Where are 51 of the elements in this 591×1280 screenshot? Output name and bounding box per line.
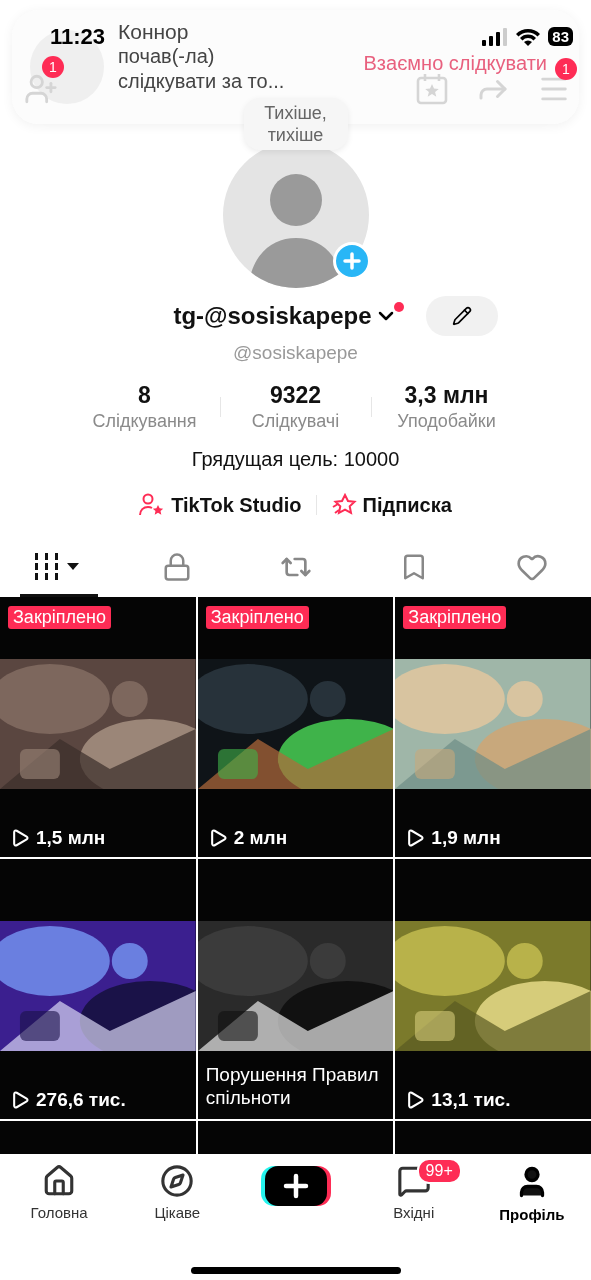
play-icon [405,828,426,848]
view-count: 1,9 млн [405,827,501,849]
stat-value: 8 [138,382,151,409]
view-count: 1,5 млн [10,827,106,849]
calendar-star-icon[interactable] [415,72,449,106]
notification-name: Коннор [118,20,190,44]
video-tile[interactable]: 13,1 тис. [395,859,591,1119]
add-friend-icon[interactable] [24,72,58,106]
view-count: 13,1 тис. [405,1089,511,1111]
notification-text: слідкувати за то... [118,69,285,94]
nav-item[interactable]: Профіль [472,1164,591,1223]
video-tile[interactable]: Закріплено 1,9 млн [395,597,591,857]
clock: 11:23 [50,24,106,50]
profile-link[interactable]: TikTok Studio [139,493,302,517]
pencil-icon [451,306,472,326]
view-count: 2 млн [207,827,288,849]
play-icon [405,1090,426,1110]
stat-value: 3,3 млн [404,382,489,409]
pinned-label: Закріплено [8,606,111,629]
pinned-label: Закріплено [205,606,309,629]
stat-label: Слідкування [92,411,197,432]
unread-badge: 99+ [416,1158,462,1184]
video-tile[interactable]: Порушення Правил спільноти [197,859,394,1119]
battery-level: 83 [548,27,573,46]
violation-notice: Порушення Правил спільноти [205,1063,380,1109]
star-icon [330,493,357,517]
notification-text: почав(-ла) [118,44,216,69]
stat-label: Уподобайки [397,411,496,432]
username: @sosiskapepe [233,342,358,364]
play-icon [10,828,30,848]
notification-badge: 1 [42,56,64,78]
video-tile[interactable]: 276,6 тис. [0,859,196,1119]
pinned-label: Закріплено [403,606,507,629]
lock-icon [162,551,193,582]
stat-value: 9322 [269,382,322,409]
create-icon [260,1164,331,1208]
bio-text: Грядущая цель: 10000 [191,448,400,471]
profile-link[interactable]: Підписка [330,493,452,517]
display-name[interactable]: tg-@sosiskapepe [173,302,372,330]
wifi-icon [516,27,541,46]
signal-icon [482,27,509,46]
stat-label: Слідкувачі [251,411,340,432]
video-tile[interactable]: Закріплено 1,5 млн [0,597,196,857]
nav-item[interactable]: Головна [0,1164,119,1223]
edit-button[interactable] [425,296,498,336]
view-count: 276,6 тис. [10,1089,126,1111]
note-tooltip[interactable]: Тихіше, тихіше [243,98,348,150]
notification-badge: 1 [555,58,577,80]
play-icon [10,1090,30,1110]
nav-item[interactable]: Цікаве [118,1164,237,1223]
compass-icon [160,1164,195,1198]
